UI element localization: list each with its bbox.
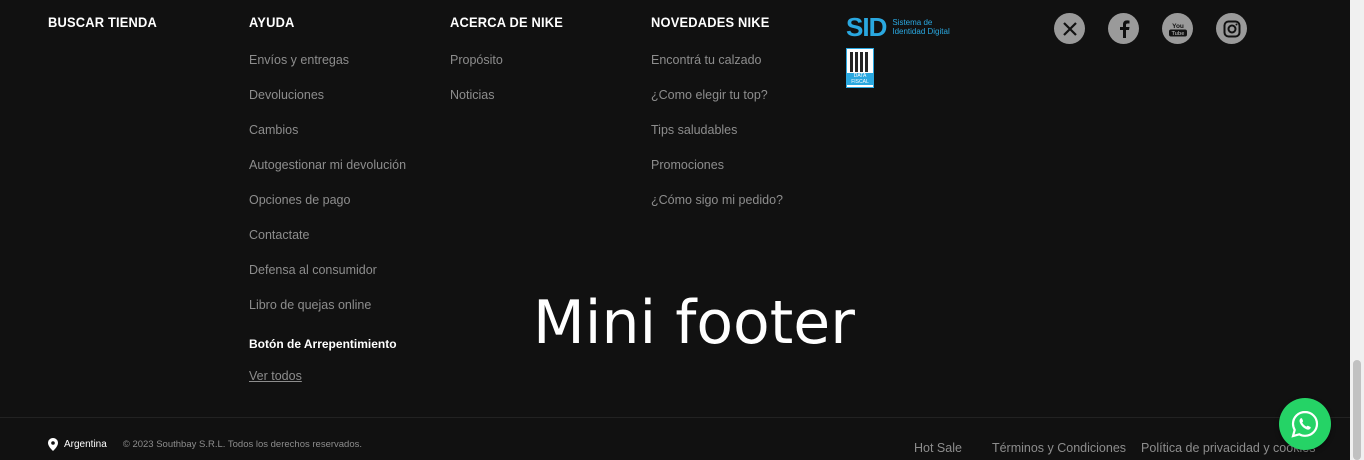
data-fiscal-label: DATA FISCAL <box>847 73 873 85</box>
novedades-heading[interactable]: NOVEDADES NIKE <box>651 14 772 30</box>
novedades-link-calzado[interactable]: Encontrá tu calzado <box>651 52 783 87</box>
legal-links: Hot Sale Términos y Condiciones Política… <box>914 441 1315 455</box>
acerca-heading[interactable]: ACERCA DE NIKE <box>450 14 563 30</box>
data-fiscal-badge[interactable]: DATA FISCAL <box>846 48 874 88</box>
sid-logo-mark: SID <box>846 12 887 42</box>
scrollbar[interactable] <box>1350 0 1364 460</box>
acerca-link-noticias[interactable]: Noticias <box>450 87 573 122</box>
boton-arrepentimiento-link[interactable]: Botón de Arrepentimiento <box>249 336 406 368</box>
instagram-icon[interactable] <box>1216 13 1247 44</box>
social-links: You Tube <box>1054 13 1247 44</box>
terms-link[interactable]: Términos y Condiciones <box>992 441 1126 455</box>
qr-code-icon <box>850 52 870 72</box>
youtube-icon[interactable]: You Tube <box>1162 13 1193 44</box>
x-icon[interactable] <box>1054 13 1085 44</box>
facebook-icon[interactable] <box>1108 13 1139 44</box>
acerca-link-proposito[interactable]: Propósito <box>450 52 573 87</box>
novedades-link-tips[interactable]: Tips saludables <box>651 122 783 157</box>
ver-todos-link[interactable]: Ver todos <box>249 368 406 384</box>
copyright-text: © 2023 Southbay S.R.L. Todos los derecho… <box>122 439 363 450</box>
ayuda-link-envios[interactable]: Envíos y entregas <box>249 52 406 87</box>
mini-footer-label: Mini footer <box>533 288 855 358</box>
sid-logo-text: Sistema de Identidad Digital <box>892 18 950 36</box>
ayuda-link-devoluciones[interactable]: Devoluciones <box>249 87 406 122</box>
footer-column-buscar-tienda: BUSCAR TIENDA <box>48 14 167 52</box>
ayuda-link-cambios[interactable]: Cambios <box>249 122 406 157</box>
novedades-link-top[interactable]: ¿Como elegir tu top? <box>651 87 783 122</box>
footer-column-novedades: NOVEDADES NIKE Encontrá tu calzado ¿Como… <box>651 14 783 227</box>
scrollbar-thumb[interactable] <box>1353 360 1361 460</box>
ayuda-heading[interactable]: AYUDA <box>249 14 393 30</box>
svg-text:You: You <box>1172 23 1184 30</box>
sid-logo[interactable]: SID Sistema de Identidad Digital <box>846 14 962 40</box>
ayuda-link-opciones-pago[interactable]: Opciones de pago <box>249 192 406 227</box>
ayuda-link-autogestionar[interactable]: Autogestionar mi devolución <box>249 157 406 192</box>
ayuda-link-libro-quejas[interactable]: Libro de quejas online <box>249 297 406 332</box>
novedades-link-pedido[interactable]: ¿Cómo sigo mi pedido? <box>651 192 783 227</box>
location-pin-icon <box>48 438 58 451</box>
hot-sale-link[interactable]: Hot Sale <box>914 441 962 455</box>
whatsapp-icon <box>1291 410 1319 438</box>
footer-column-ayuda: AYUDA Envíos y entregas Devoluciones Cam… <box>249 14 406 384</box>
ayuda-link-defensa-consumidor[interactable]: Defensa al consumidor <box>249 262 406 297</box>
novedades-link-promociones[interactable]: Promociones <box>651 157 783 192</box>
footer-column-acerca: ACERCA DE NIKE Propósito Noticias <box>450 14 573 122</box>
country-selector[interactable]: Argentina <box>64 439 107 450</box>
buscar-tienda-link[interactable]: BUSCAR TIENDA <box>48 14 157 30</box>
footer-divider <box>0 417 1364 418</box>
svg-text:Tube: Tube <box>1171 31 1184 37</box>
ayuda-link-contactate[interactable]: Contactate <box>249 227 406 262</box>
footer-bottom-bar: Argentina © 2023 Southbay S.R.L. Todos l… <box>48 438 362 451</box>
whatsapp-chat-button[interactable] <box>1279 398 1331 450</box>
